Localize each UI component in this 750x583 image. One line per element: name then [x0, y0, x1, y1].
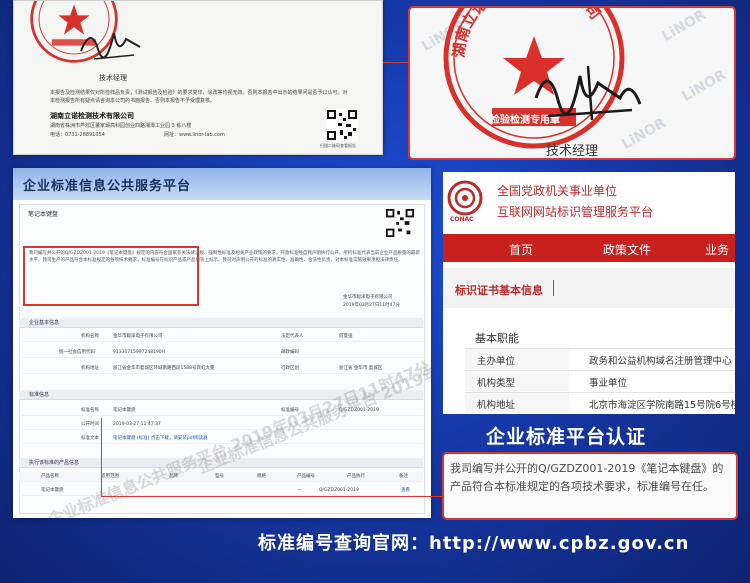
product-tab: 笔记本键盘 [28, 211, 59, 218]
view-link[interactable]: 查看 [401, 486, 410, 496]
table-row: 机构名称 金华市聪泽电子有限公司 法定代表人 何夏强 [19, 332, 423, 342]
info-row: 机构地址 北京市海淀区学院南路15号院6号楼 [465, 392, 735, 413]
report-company: 湖南立诺检测技术有限公司 [50, 112, 134, 120]
connector-line [101, 418, 102, 496]
org-name-line1: 全国党政机关事业单位 [497, 184, 618, 198]
watermark: LiNOR [679, 67, 729, 105]
seal-text: 湖南立诺检测技术有限公司 [450, 8, 605, 58]
watermark: LiNOR [659, 7, 709, 45]
handwritten-signature-icon [534, 65, 642, 121]
issuer: 金华市聪泽电子有限公司 [343, 295, 393, 300]
signature-title: 技术经理 [546, 144, 599, 159]
section-title: 基本职能 [475, 332, 519, 345]
table-row: 公开时间 2019-03-27 11:47:37 [19, 420, 423, 430]
declaration-zoom: 我司编写并公开的Q/GZDZ001-2019《笔记本键盘》的产品符合本标准规定的… [442, 452, 738, 520]
info-row: 机构类型 事业单位 [465, 370, 735, 391]
conac-screenshot: CONAC 全国党政机关事业单位 互联网网站标识管理服务平台 首页 政策文件 业… [443, 172, 735, 414]
tab-certificate-info[interactable]: 标识证书基本信息 [455, 282, 543, 298]
svg-text:湖南立诺检测技术有限公司: 湖南立诺检测技术有限公司 [450, 6, 605, 58]
org-name-line2: 互联网网站标识管理服务平台 [497, 205, 654, 219]
seal-zoom-panel: LiNOR LiNOR LiNOR LiNOR 湖南立诺检测技术有限公司 检验检… [408, 6, 736, 160]
nav-item-business[interactable]: 业务 [705, 241, 729, 258]
handwritten-signature-icon [80, 32, 141, 60]
declaration-highlight-box [23, 246, 199, 306]
conac-nav: 首页 政策文件 业务 [443, 234, 735, 262]
table-header: 产品名称 适用范围 品牌 型号 规格 产品编号 产品执行 备注 [19, 472, 423, 482]
download-link: 笔记本键盘 (标准) 点击下载，请安装pdf阅读器 [113, 436, 208, 441]
nav-item-home[interactable]: 首页 [509, 241, 533, 258]
qr-code-icon [326, 109, 358, 141]
nav-item-policy[interactable]: 政策文件 [603, 241, 651, 258]
query-site-caption: 标准编号查询官网：http://www.cpbz.gov.cn [258, 533, 690, 554]
conac-logo-icon [447, 180, 483, 216]
report-declaration: 本报告及检测结果仅对所检样品负责，《测试报告及检验》的要求复印、涂改等均视无效。… [50, 90, 348, 104]
table-row: 统一社会信用代码 91330715997248190H 邮政编码 [19, 348, 423, 358]
logo-caption: CONAC [450, 216, 474, 223]
report-scan: 技术经理 本报告及检测结果仅对所检样品负责，《测试报告及检验》的要求复印、涂改等… [13, 0, 383, 155]
report-address: 湖南省株洲市芦淞区董家塅高科园创业四路湘潭工业园 3 栋八楼 [50, 123, 192, 129]
signature-title: 技术经理 [99, 74, 127, 82]
site-title: 企业标准信息公共服务平台 [23, 179, 192, 194]
connector-line [101, 496, 442, 497]
report-phone: 电话：0731-28891054 [50, 132, 105, 138]
tab-divider [553, 280, 554, 296]
qr-caption: 扫描二维码查看报告 [320, 143, 356, 148]
table-row: 机构地址 浙江省金华市婺城区环城南路西段1588号宾虹大厦 行政区划 浙江省 金华市… [19, 364, 423, 374]
section-enterprise: 企业基本信息 [19, 318, 423, 328]
info-row: 主办单位 政务和公益机构域名注册管理中心 [465, 348, 735, 369]
standard-platform-screenshot: 企业标准信息公共服务平台 笔记本键盘 我司编写并公开的Q/GZDZ001-201… [13, 168, 431, 518]
platform-caption: 企业标准平台认证 [486, 426, 647, 448]
issue-time: 2019年03月27日11时47分 [343, 303, 400, 308]
connector-line [383, 62, 409, 63]
qr-code-icon [385, 208, 415, 238]
report-website: 网址：www.linor-lab.com [164, 132, 225, 138]
